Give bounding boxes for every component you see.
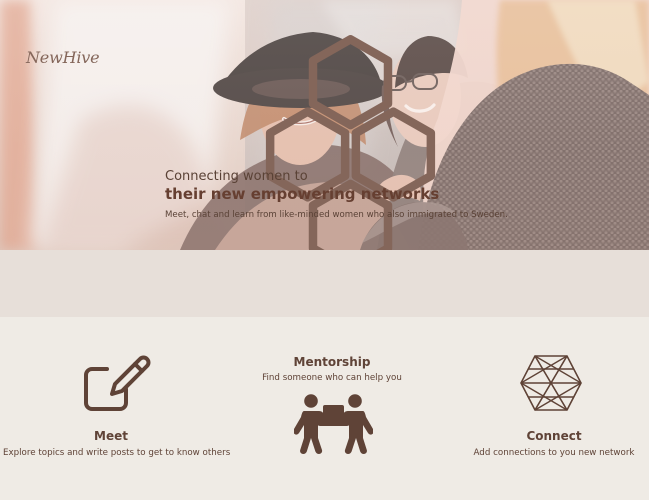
logo-text: NewHive: [26, 48, 100, 67]
hero-section: NewHive Connecting women to their new em…: [0, 0, 649, 250]
hero-copy: Connecting women to their new empowering…: [165, 169, 585, 221]
hero-subtext: Meet, chat and learn from like-minded wo…: [165, 210, 508, 220]
hero-headline-line-2: their new empowering networks: [165, 185, 440, 203]
connect-feature-description: Add connections to you new network: [473, 448, 635, 458]
landing-page: NewHive Connecting women to their new em…: [0, 0, 649, 500]
hero-headline-line-1: Connecting women to: [165, 169, 308, 184]
newhive-logo[interactable]: NewHive: [26, 17, 436, 250]
mentorship-feature-title: Mentorship: [293, 355, 371, 369]
network-icon: [520, 355, 582, 411]
features-section: Meet Explore topics and write posts to g…: [0, 317, 649, 500]
mentorship-icon: [294, 394, 373, 454]
meet-feature-title: Meet: [94, 429, 128, 443]
mentorship-feature-description: Find someone who can help you: [262, 373, 402, 383]
connect-feature-title: Connect: [526, 429, 582, 443]
edit-icon: [84, 355, 151, 411]
meet-feature-description: Explore topics and write posts to get to…: [3, 448, 231, 458]
section-divider-band: [0, 250, 649, 317]
